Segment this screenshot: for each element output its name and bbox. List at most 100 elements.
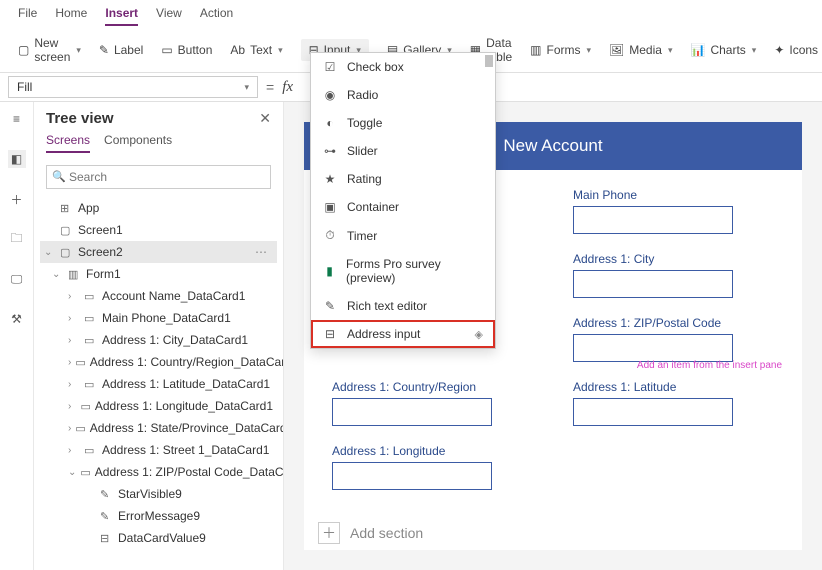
left-rail: ≡ ◧ ＋ 🗀 🖵 ⚒ — [0, 102, 34, 570]
label-icon: ✎ — [99, 43, 109, 57]
field-label-country: Address 1: Country/Region — [332, 380, 533, 394]
media-icon: 🖼 — [609, 43, 624, 57]
menu-slider[interactable]: ⊶Slider — [311, 137, 495, 165]
layers-icon[interactable]: ◧ — [8, 150, 26, 168]
menu-view[interactable]: View — [156, 6, 182, 26]
menu-timer[interactable]: ⏱Timer — [311, 221, 495, 250]
menu-container[interactable]: ▣Container — [311, 193, 495, 221]
tree-datacardvalue[interactable]: ⊟DataCardValue9 — [40, 527, 277, 549]
tree-card[interactable]: ›▭Address 1: City_DataCard1 — [40, 329, 277, 351]
tree-starvisible[interactable]: ✎StarVisible9 — [40, 483, 277, 505]
tree-card[interactable]: ›▭Address 1: Street 1_DataCard1 — [40, 439, 277, 461]
label-button[interactable]: ✎Label — [99, 43, 143, 57]
new-screen-icon: ▢ — [18, 43, 29, 57]
tree-screen2[interactable]: ⌄▢Screen2⋯ — [40, 241, 277, 263]
field-input-zip[interactable] — [573, 334, 733, 362]
timer-icon: ⏱ — [323, 228, 337, 243]
tree-title: Tree view — [46, 110, 114, 127]
menu-checkbox[interactable]: ☑Check box — [311, 53, 495, 81]
tree-card[interactable]: ›▭Main Phone_DataCard1 — [40, 307, 277, 329]
plus-icon: ＋ — [318, 522, 340, 544]
charts-icon: 📊 — [690, 43, 705, 57]
tree-card[interactable]: ›▭Address 1: Latitude_DataCard1 — [40, 373, 277, 395]
tree-card[interactable]: ›▭Address 1: Country/Region_DataCard1 — [40, 351, 277, 373]
field-label-lat: Address 1: Latitude — [573, 380, 774, 394]
new-screen-button[interactable]: ▢New screen▾ — [18, 36, 81, 64]
menu-radio[interactable]: ◉Radio — [311, 81, 495, 109]
tree-panel: Tree view ✕ Screens Components 🔍 ⊞App ▢S… — [34, 102, 284, 570]
advanced-icon[interactable]: ⚒ — [8, 310, 26, 328]
input-dropdown-menu: ☑Check box ◉Radio ◐Toggle ⊶Slider ★Ratin… — [310, 52, 496, 349]
forms-button[interactable]: ▥Forms▾ — [530, 43, 591, 57]
chevron-down-icon: ▾ — [587, 45, 592, 56]
rich-text-icon: ✎ — [323, 299, 337, 313]
button-button[interactable]: ▭Button — [161, 43, 212, 57]
insert-hint: Add an item from the insert pane — [637, 360, 782, 371]
fx-label: fx — [282, 79, 293, 96]
search-input[interactable] — [46, 165, 271, 189]
menu-file[interactable]: File — [18, 6, 37, 26]
add-section[interactable]: ＋ Add section — [318, 522, 423, 544]
checkbox-icon: ☑ — [323, 60, 337, 74]
tree-card[interactable]: ›▭Address 1: Longitude_DataCard1 — [40, 395, 277, 417]
field-label-lon: Address 1: Longitude — [332, 444, 533, 458]
menu-toggle[interactable]: ◐Toggle — [311, 109, 495, 137]
tree: ⊞App ▢Screen1 ⌄▢Screen2⋯ ⌄▥Form1 ›▭Accou… — [40, 197, 277, 549]
tree-card[interactable]: ›▭Account Name_DataCard1 — [40, 285, 277, 307]
menu-address-input[interactable]: ⊟Address input◈ — [311, 320, 495, 348]
button-icon: ▭ — [161, 43, 172, 57]
scrollbar[interactable] — [485, 55, 493, 67]
address-icon: ⊟ — [323, 327, 337, 341]
forms-pro-icon: ▮ — [323, 264, 336, 278]
menu-action[interactable]: Action — [200, 6, 233, 26]
container-icon: ▣ — [323, 200, 337, 214]
tree-form1[interactable]: ⌄▥Form1 — [40, 263, 277, 285]
tree-screen1[interactable]: ▢Screen1 — [40, 219, 277, 241]
menu-home[interactable]: Home — [55, 6, 87, 26]
premium-icon: ◈ — [475, 328, 483, 341]
menu-rich-text[interactable]: ✎Rich text editor — [311, 292, 495, 320]
text-icon: Ab — [230, 43, 245, 57]
charts-button[interactable]: 📊Charts▾ — [690, 43, 756, 57]
text-button[interactable]: AbText▾ — [230, 43, 282, 57]
tree-card[interactable]: ›▭Address 1: State/Province_DataCard1 — [40, 417, 277, 439]
menu-insert[interactable]: Insert — [105, 6, 138, 26]
field-label-zip: Address 1: ZIP/Postal Code — [573, 316, 774, 330]
add-icon[interactable]: ＋ — [8, 190, 26, 208]
chevron-down-icon: ▾ — [278, 45, 283, 56]
tab-screens[interactable]: Screens — [46, 133, 90, 153]
forms-icon: ▥ — [530, 43, 541, 57]
chevron-down-icon: ▾ — [244, 82, 249, 93]
star-icon: ★ — [323, 172, 337, 186]
icons-button[interactable]: ✦Icons — [774, 43, 818, 57]
close-icon[interactable]: ✕ — [259, 110, 271, 127]
tree-app[interactable]: ⊞App — [40, 197, 277, 219]
more-icon[interactable]: ⋯ — [255, 245, 273, 259]
icons-icon: ✦ — [774, 43, 784, 57]
search-icon: 🔍 — [52, 170, 66, 183]
media-button[interactable]: 🖼Media▾ — [609, 43, 672, 57]
field-input-phone[interactable] — [573, 206, 733, 234]
tree-errormessage[interactable]: ✎ErrorMessage9 — [40, 505, 277, 527]
equals-label: = — [266, 79, 274, 95]
field-label-phone: Main Phone — [573, 188, 774, 202]
field-input-city[interactable] — [573, 270, 733, 298]
tree-view-icon[interactable]: ≡ — [8, 110, 26, 128]
media-rail-icon[interactable]: 🖵 — [8, 270, 26, 288]
field-input-lat[interactable] — [573, 398, 733, 426]
chevron-down-icon: ▾ — [76, 45, 81, 56]
field-input-country[interactable] — [332, 398, 492, 426]
menu-bar: File Home Insert View Action — [0, 0, 822, 30]
tree-card[interactable]: ⌄▭Address 1: ZIP/Postal Code_DataCard1 — [40, 461, 277, 483]
field-input-lon[interactable] — [332, 462, 492, 490]
chevron-down-icon: ▾ — [668, 45, 673, 56]
slider-icon: ⊶ — [323, 144, 337, 158]
tab-components[interactable]: Components — [104, 133, 172, 153]
chevron-down-icon: ▾ — [752, 45, 757, 56]
property-dropdown[interactable]: Fill▾ — [8, 76, 258, 98]
radio-icon: ◉ — [323, 88, 337, 102]
menu-forms-pro[interactable]: ▮Forms Pro survey (preview) — [311, 250, 495, 292]
data-icon[interactable]: 🗀 — [8, 230, 26, 248]
toggle-icon: ◐ — [323, 116, 337, 130]
menu-rating[interactable]: ★Rating — [311, 165, 495, 193]
